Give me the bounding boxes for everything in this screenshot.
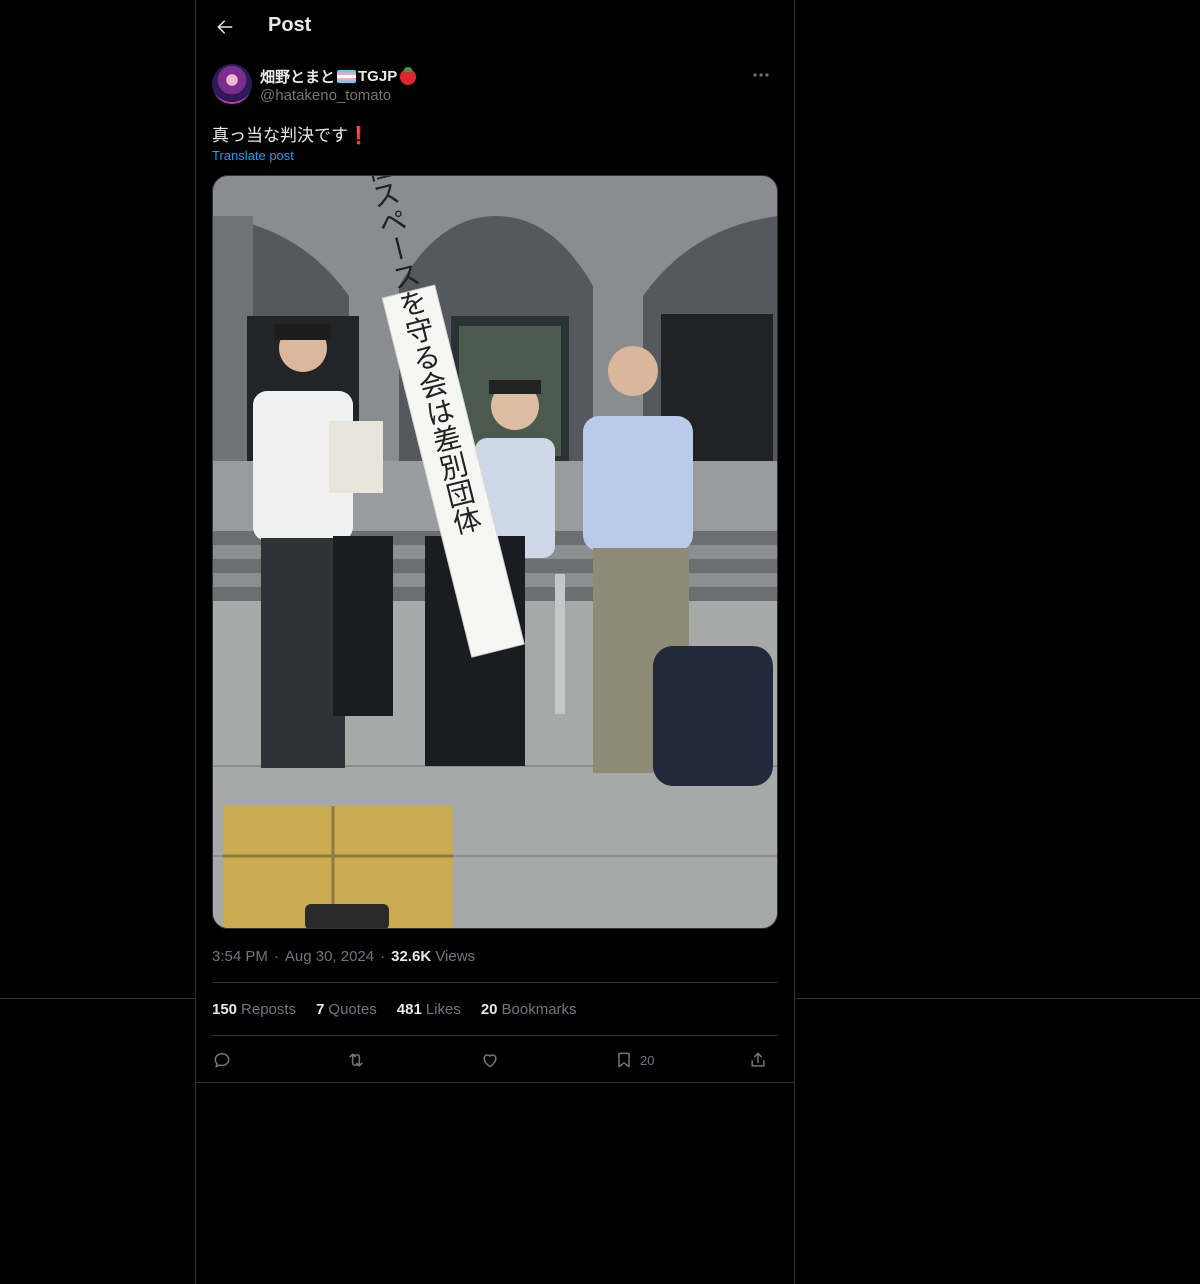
reposts-stat[interactable]: 150 Reposts — [212, 1001, 296, 1018]
page-header: Post — [196, 0, 794, 53]
translate-post-link[interactable]: Translate post — [212, 148, 294, 163]
bookmark-icon — [618, 1052, 630, 1068]
bookmarks-stat[interactable]: 20 Bookmarks — [481, 1001, 577, 1018]
exclamation-emoji: ❗ — [348, 126, 370, 146]
meta-separator: · — [273, 948, 279, 965]
divider — [212, 1035, 778, 1036]
post-text-body: 真っ当な判決です — [212, 126, 348, 146]
share-button[interactable] — [748, 1044, 768, 1076]
post-date[interactable]: Aug 30, 2024 — [285, 948, 374, 965]
back-arrow-icon — [217, 20, 233, 34]
quotes-label: Quotes — [328, 1001, 377, 1018]
page-title: Post — [268, 14, 312, 36]
reposts-label: Reposts — [241, 1001, 297, 1018]
divider — [212, 982, 778, 983]
author-handle[interactable]: @hatakeno_tomato — [260, 87, 391, 104]
share-icon — [751, 1052, 765, 1067]
action-bar: 20 — [212, 1044, 778, 1076]
reply-button[interactable] — [212, 1044, 232, 1076]
author-name-suffix: TGJP — [358, 68, 398, 85]
likes-label: Likes — [425, 1001, 461, 1018]
primary-column: Post 畑野とまと TGJP @hatakeno_tomato 真っ当な判決で… — [195, 0, 795, 1284]
views-count: 32.6K — [391, 948, 432, 965]
bookmarks-label: Bookmarks — [501, 1001, 577, 1018]
post-meta: 3:54 PM · Aug 30, 2024 · 32.6K Views — [212, 948, 475, 965]
heart-icon — [483, 1054, 497, 1068]
quotes-count: 7 — [316, 1001, 325, 1018]
post-photo[interactable]: 女性スペースを守る会は差別団体 — [212, 175, 778, 929]
more-button[interactable] — [744, 64, 778, 86]
post-author: 畑野とまと TGJP @hatakeno_tomato — [212, 64, 778, 108]
views-label: Views — [435, 948, 476, 965]
author-name-text: 畑野とまと — [260, 69, 336, 86]
quotes-stat[interactable]: 7 Quotes — [316, 1001, 377, 1018]
likes-stat[interactable]: 481 Likes — [397, 1001, 461, 1018]
post-text: 真っ当な判決です❗ — [212, 121, 369, 146]
repost-button[interactable] — [346, 1044, 366, 1076]
reposts-count: 150 — [212, 1001, 238, 1018]
repost-icon — [349, 1053, 363, 1067]
avatar[interactable] — [212, 64, 252, 104]
post-time[interactable]: 3:54 PM — [212, 948, 268, 965]
likes-count: 481 — [396, 1001, 422, 1018]
more-icon — [753, 73, 769, 77]
back-button[interactable] — [208, 10, 242, 44]
post-stats: 150 Reposts 7 Quotes 481 Likes 20 Bookma… — [212, 1001, 577, 1018]
like-button[interactable] — [480, 1044, 500, 1076]
divider — [196, 1082, 794, 1083]
tomato-icon — [400, 66, 417, 85]
author-display-name[interactable]: 畑野とまと TGJP — [260, 66, 417, 87]
meta-separator: · — [380, 948, 386, 965]
reply-icon — [214, 1053, 230, 1068]
bookmarks-count: 20 — [480, 1001, 498, 1018]
photo-illustration: 女性スペースを守る会は差別団体 — [213, 176, 777, 928]
trans-flag-icon — [337, 70, 357, 83]
bookmark-button[interactable]: 20 — [614, 1044, 654, 1076]
bookmark-count: 20 — [640, 1052, 655, 1068]
